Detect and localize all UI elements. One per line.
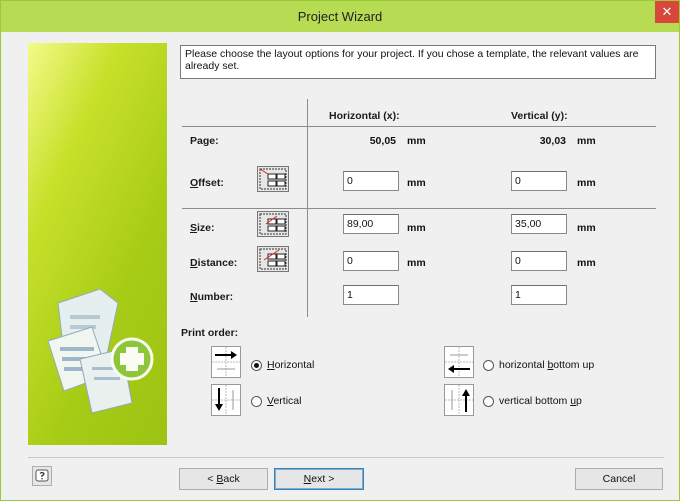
window-title: Project Wizard (297, 9, 383, 24)
page-y-unit: mm (577, 135, 596, 147)
size-y-field[interactable]: 35,00 (511, 214, 567, 234)
project-documents-add-icon (47, 288, 154, 414)
radio-vertical-bottom-up-label: vertical bottom up (499, 395, 582, 407)
title-bar[interactable]: Project Wizard ✕ (1, 1, 679, 32)
header-divider (182, 126, 656, 127)
back-button[interactable]: < Back (179, 468, 268, 490)
number-x-field[interactable]: 1 (343, 285, 399, 305)
radio-horizontal-indicator[interactable] (251, 359, 262, 371)
radio-horizontal-label: Horizontal (267, 359, 315, 371)
number-y-field[interactable]: 1 (511, 285, 567, 305)
radio-horizontal-bottom-up-label: horizontal bottom up (499, 359, 595, 371)
page-x-unit: mm (407, 135, 426, 147)
distance-x-field[interactable]: 0 (343, 251, 399, 271)
distance-layout-icon (257, 246, 289, 272)
size-layout-icon (257, 211, 289, 237)
offset-label: Offset: (190, 177, 224, 189)
radio-horizontal[interactable]: Horizontal (251, 359, 314, 371)
back-button-label: ack (223, 473, 240, 485)
distance-label: Distance: (190, 257, 238, 269)
size-label: Size: (190, 222, 215, 234)
offset-x-unit: mm (407, 177, 426, 189)
horizontal-bottom-up-icon (444, 346, 474, 378)
project-wizard-window: Project Wizard ✕ Please choose the layou… (0, 0, 680, 501)
size-x-unit: mm (407, 222, 426, 234)
help-button[interactable] (32, 466, 52, 486)
radio-horizontal-bottom-up-indicator[interactable] (483, 359, 494, 371)
header-vertical: Vertical (y): (511, 110, 568, 122)
number-label: Number: (190, 291, 234, 303)
back-button-prefix: < (207, 473, 217, 485)
cancel-button[interactable]: Cancel (575, 468, 663, 490)
header-horizontal: Horizontal (x): (329, 110, 400, 122)
close-button[interactable]: ✕ (655, 1, 679, 23)
offset-y-field[interactable]: 0 (511, 171, 567, 191)
print-order-label: Print order: (181, 327, 239, 339)
footer-divider (28, 457, 664, 458)
offset-x-field[interactable]: 0 (343, 171, 399, 191)
size-x-field[interactable]: 89,00 (343, 214, 399, 234)
distance-y-field[interactable]: 0 (511, 251, 567, 271)
offset-layout-icon (257, 166, 289, 192)
vertical-bottom-up-icon (444, 384, 474, 416)
radio-vertical-indicator[interactable] (251, 395, 262, 407)
section-divider (182, 208, 656, 209)
radio-vertical[interactable]: Vertical (251, 395, 301, 407)
page-x-value: 50,05 (369, 135, 396, 147)
instruction-text: Please choose the layout options for you… (180, 45, 656, 79)
next-button-label: ext > (311, 473, 335, 485)
next-button[interactable]: Next > (274, 468, 364, 490)
radio-horizontal-bottom-up[interactable]: horizontal bottom up (483, 359, 594, 371)
distance-x-unit: mm (407, 257, 426, 269)
vertical-order-icon (211, 384, 241, 416)
radio-vertical-bottom-up[interactable]: vertical bottom up (483, 395, 582, 407)
radio-vertical-label: Vertical (267, 395, 302, 407)
distance-y-unit: mm (577, 257, 596, 269)
size-y-unit: mm (577, 222, 596, 234)
page-y-value: 30,03 (539, 135, 566, 147)
offset-y-unit: mm (577, 177, 596, 189)
side-banner (28, 43, 167, 445)
horizontal-order-icon (211, 346, 241, 378)
page-label: Page: (190, 135, 219, 147)
radio-vertical-bottom-up-indicator[interactable] (483, 395, 494, 407)
help-icon (35, 469, 49, 482)
